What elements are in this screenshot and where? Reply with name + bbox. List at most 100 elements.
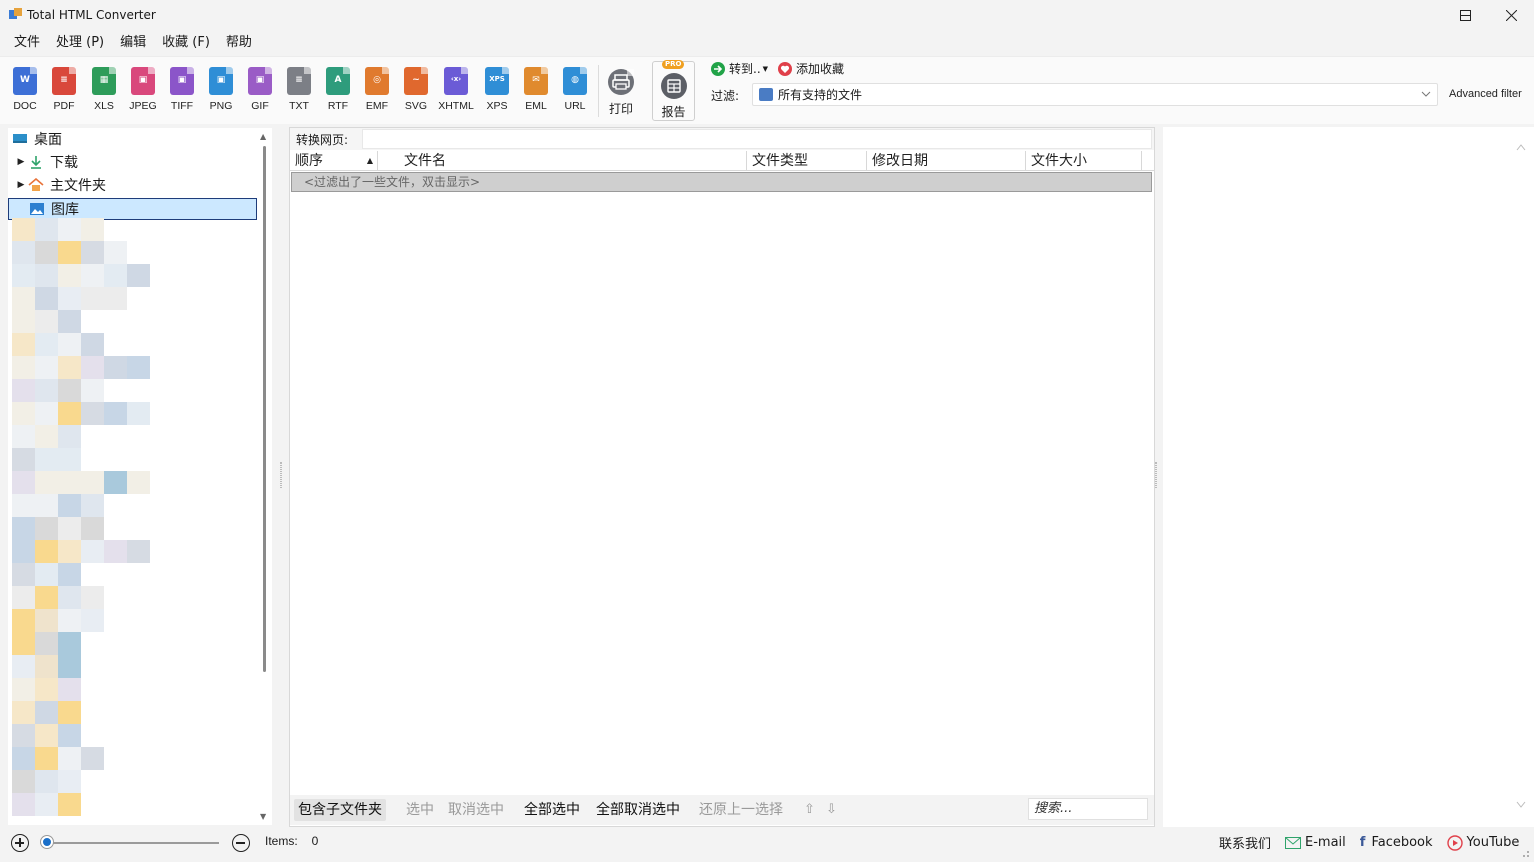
pixelated-block [35,632,58,655]
pixelated-block [58,747,81,770]
scroll-down-icon[interactable]: ▼ [260,812,266,821]
desktop-icon [13,134,27,143]
pixelated-block [35,333,58,356]
check-all-button[interactable]: 全部选中 [520,799,584,821]
eml-icon: ✉ [524,67,548,95]
pixelated-block [58,632,81,655]
pixelated-block [12,701,35,724]
url-input[interactable] [362,129,1152,149]
filtered-files-row[interactable]: <过滤出了一些文件，双击显示> [291,172,1152,192]
youtube-icon [1446,834,1463,851]
facebook-link[interactable]: f Facebook [1360,835,1433,850]
tree-item-downloads[interactable]: ▶ 下载 [8,151,257,173]
tree-item-gallery[interactable]: 图库 [8,198,257,220]
column-header-filetype[interactable]: 文件类型 [747,151,867,171]
convert-gif-button[interactable]: ▣ GIF [242,67,278,119]
pixelated-block [58,586,81,609]
column-header-filename[interactable]: 文件名 [378,151,747,171]
print-button[interactable]: 打印 [603,67,639,119]
tree-item-home[interactable]: ▶ 主文件夹 [8,174,257,196]
url-row: 转换网页: [290,128,1154,150]
zoom-out-icon[interactable] [232,834,250,852]
report-button[interactable]: PRO 报告 [652,60,695,121]
table-header: 顺序 ▲ 文件名 文件类型 修改日期 文件大小 [290,151,1154,171]
scrollbar-thumb[interactable] [263,146,266,672]
uncheck-all-button[interactable]: 全部取消选中 [592,799,684,821]
menu-favorites[interactable]: 收藏 (F) [154,33,218,53]
column-header-size[interactable]: 文件大小 [1026,151,1142,171]
pixelated-block [35,586,58,609]
youtube-link[interactable]: YouTube [1446,834,1519,851]
zoom-in-icon[interactable] [11,834,29,852]
check-button[interactable]: 选中 [402,799,438,821]
pixelated-block [58,264,81,287]
convert-eml-button[interactable]: ✉ EML [518,67,554,119]
maximize-icon [1459,10,1471,21]
format-label: PDF [53,100,75,112]
menu-help[interactable]: 帮助 [218,33,260,53]
pixelated-block [58,494,81,517]
tiff-icon: ▣ [170,67,194,95]
convert-url-button[interactable]: ◍ URL [557,67,593,119]
url-label: 转换网页: [296,132,349,147]
include-subfolders-toggle[interactable]: 包含子文件夹 [294,799,386,821]
resize-grip-icon[interactable] [1520,848,1530,858]
goto-label: 转到.. [729,62,761,76]
filter-dropdown[interactable]: 所有支持的文件 [752,83,1438,106]
move-up-icon[interactable]: ⇧ [800,799,819,821]
pixelated-block [12,425,35,448]
uncheck-button[interactable]: 取消选中 [444,799,508,821]
contact-us-link[interactable]: 联系我们 [1219,833,1271,852]
advanced-filter-link[interactable]: Advanced filter [1449,88,1522,100]
restore-selection-button[interactable]: 还原上一选择 [695,799,787,821]
column-header-modified[interactable]: 修改日期 [867,151,1026,171]
search-input[interactable]: 搜索... [1028,798,1148,820]
pixelated-block [58,402,81,425]
pixelated-block [12,609,35,632]
convert-png-button[interactable]: ▣ PNG [203,67,239,119]
right-splitter[interactable] [1155,462,1157,488]
goto-button[interactable]: 转到.. ▼ [711,60,768,77]
menu-edit[interactable]: 编辑 [112,33,154,53]
expand-arrow-icon[interactable]: ▶ [14,157,28,167]
tree-scrollbar[interactable]: ▲ ▼ [258,128,272,825]
maximize-button[interactable] [1442,0,1488,31]
tree-item-desktop[interactable]: 桌面 [8,128,257,150]
zoom-slider[interactable] [44,842,219,844]
convert-xps-button[interactable]: XPS XPS [479,67,515,119]
convert-jpeg-button[interactable]: ▣ JPEG [125,67,161,119]
convert-svg-button[interactable]: ~ SVG [398,67,434,119]
pixelated-block [12,287,35,310]
pixelated-block [81,356,104,379]
convert-pdf-button[interactable]: ≡ PDF [46,67,82,119]
convert-xls-button[interactable]: ▦ XLS [86,67,122,119]
pixelated-block [58,356,81,379]
file-list-panel: 转换网页: 顺序 ▲ 文件名 文件类型 修改日期 文件大小 <过滤出了一些文件，… [289,127,1155,827]
convert-doc-button[interactable]: W DOC [7,67,43,119]
pixelated-block [12,586,35,609]
move-down-icon[interactable]: ⇩ [822,799,841,821]
convert-xhtml-button[interactable]: ‹x› XHTML [438,67,474,119]
convert-rtf-button[interactable]: A RTF [320,67,356,119]
convert-txt-button[interactable]: ≡ TXT [281,67,317,119]
column-header-order[interactable]: 顺序 ▲ [290,151,378,171]
mail-icon [1285,836,1302,849]
zoom-slider-handle[interactable] [41,836,53,848]
add-favorite-button[interactable]: 添加收藏 [778,60,844,77]
pixelated-block [12,655,35,678]
scroll-down-icon[interactable] [1516,801,1526,809]
pixelated-block [35,517,58,540]
scroll-up-icon[interactable] [1516,143,1526,151]
close-button[interactable] [1488,0,1534,31]
convert-tiff-button[interactable]: ▣ TIFF [164,67,200,119]
download-icon [31,156,41,169]
left-splitter[interactable] [280,462,282,488]
email-link[interactable]: E-mail [1285,835,1346,850]
svg-icon: ~ [404,67,428,95]
tree-item-label: 主文件夹 [50,178,106,194]
menu-process[interactable]: 处理 (P) [48,33,112,53]
convert-emf-button[interactable]: ◎ EMF [359,67,395,119]
scroll-up-icon[interactable]: ▲ [260,132,266,141]
menu-file[interactable]: 文件 [6,33,48,53]
expand-arrow-icon[interactable]: ▶ [14,180,28,190]
